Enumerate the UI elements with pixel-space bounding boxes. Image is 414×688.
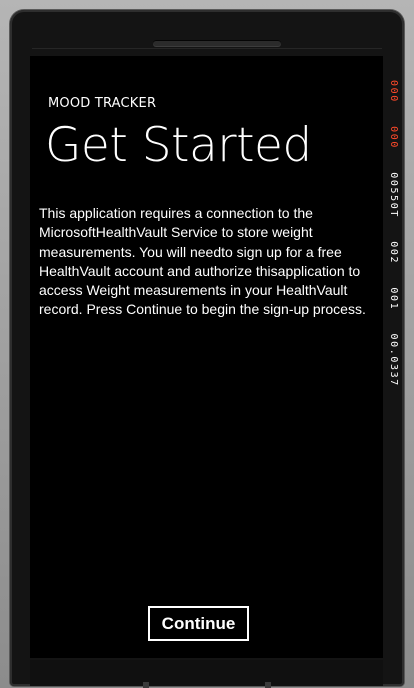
frame-rate-counters: 000 000 00550T 002 001 00.0337 xyxy=(385,80,399,387)
perf-counter-4: 002 xyxy=(388,241,399,265)
perf-counter-2: 000 xyxy=(388,126,399,149)
continue-button[interactable]: Continue xyxy=(148,606,249,641)
page-title: Get Started xyxy=(45,118,312,173)
description-text: This application requires a connection t… xyxy=(39,205,366,318)
phone-device-frame: MOOD TRACKER Get Started This applicatio… xyxy=(0,0,414,688)
bottom-notch-left xyxy=(143,682,149,688)
perf-counter-6: 00.0337 xyxy=(388,333,399,387)
perf-counter-3: 00550T xyxy=(388,172,399,218)
bezel-divider xyxy=(32,48,382,49)
perf-counter-5: 001 xyxy=(388,287,399,311)
app-screen: MOOD TRACKER Get Started This applicatio… xyxy=(30,56,383,658)
earpiece-speaker xyxy=(153,40,281,46)
bezel-bottom xyxy=(30,660,383,686)
bottom-notch-right xyxy=(265,682,271,688)
perf-counter-1: 000 xyxy=(388,80,399,103)
app-title: MOOD TRACKER xyxy=(48,96,157,111)
